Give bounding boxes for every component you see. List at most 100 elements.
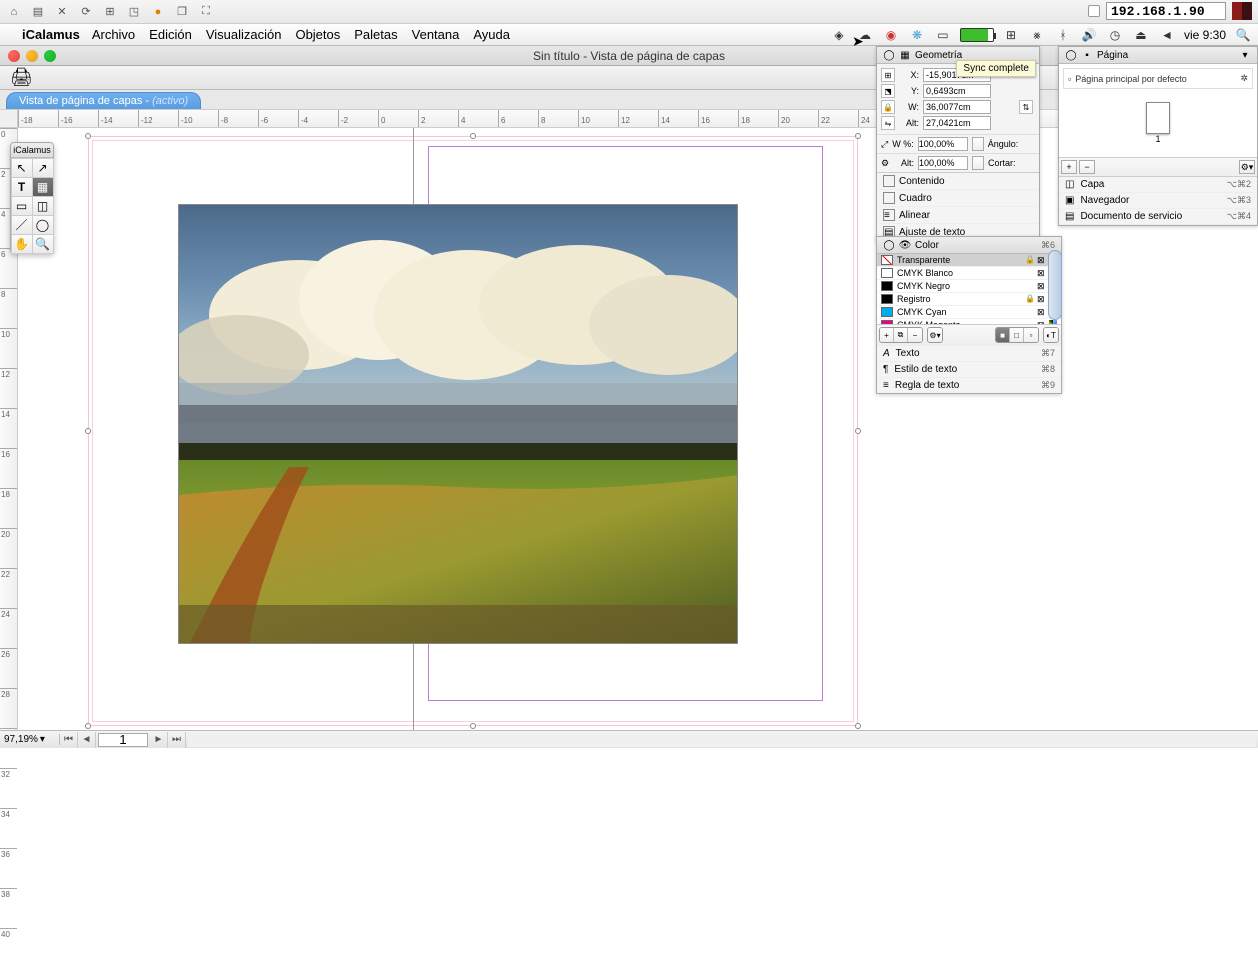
resize-handle-tl[interactable] [85, 133, 91, 139]
menu-ayuda[interactable]: Ayuda [473, 27, 510, 42]
remote-restore-icon[interactable]: ❐ [172, 2, 192, 22]
tool-line[interactable]: ／ [11, 215, 33, 235]
panel-row-texto[interactable]: ATexto⌘7 [877, 345, 1061, 361]
page-number-field[interactable] [98, 733, 148, 747]
text-fill-button[interactable]: ◐T [1044, 328, 1058, 342]
stroke-mode-button[interactable]: □ [1010, 328, 1024, 342]
geom-h-field[interactable] [923, 116, 991, 130]
panel-gear-icon[interactable]: ✲ [1240, 73, 1248, 84]
geom-hp-field[interactable] [918, 156, 968, 170]
flip-icon[interactable]: ⇋ [881, 116, 895, 130]
panel-row-capa[interactable]: ◫Capa⌥⌘2 [1059, 177, 1257, 193]
tool-zoom[interactable]: 🔍 [32, 234, 54, 254]
stepper[interactable] [972, 156, 984, 170]
geom-section-alinear[interactable]: ≡Alinear [877, 207, 1039, 224]
first-page-button[interactable]: ⏮ [60, 732, 78, 748]
menu-visualizacion[interactable]: Visualización [206, 27, 282, 42]
tool-rect[interactable]: ▭ [11, 196, 33, 216]
color-row[interactable]: CMYK Blanco⊠ [877, 267, 1061, 280]
zoom-field[interactable]: 97,19%▾ [0, 734, 60, 745]
timemachine-icon[interactable]: ◷ [1106, 27, 1124, 43]
scale-icon[interactable]: ⤢ [881, 139, 888, 150]
geom-section-cuadro[interactable]: Cuadro [877, 190, 1039, 207]
color-gear-button[interactable]: ⚙▾ [928, 328, 942, 342]
close-button[interactable] [8, 50, 20, 62]
display-icon[interactable]: ▭ [934, 27, 952, 43]
tool-palette[interactable]: iCalamus ↖ ↗ T ▦ ▭ ◫ ／ ◯ ✋ 🔍 [10, 142, 54, 254]
panel-collapse-icon[interactable]: ◯ [1065, 49, 1077, 61]
next-page-button[interactable]: ► [150, 732, 168, 748]
resize-handle-br[interactable] [855, 723, 861, 729]
geom-w-field[interactable] [923, 100, 991, 114]
remove-page-button[interactable]: − [1079, 160, 1095, 174]
lock-icon[interactable]: 🔒 [881, 100, 895, 114]
spaces-icon[interactable]: ⊞ [1002, 27, 1020, 43]
color-scrollbar[interactable] [1048, 250, 1062, 320]
geom-section-contenido[interactable]: Contenido [877, 173, 1039, 190]
clock[interactable]: vie 9:30 [1184, 28, 1226, 42]
color-row[interactable]: Transparente🔒⊠ [877, 254, 1061, 267]
color-del-button[interactable]: − [908, 328, 922, 342]
menu-paletas[interactable]: Paletas [354, 27, 397, 42]
resize-handle-ml[interactable] [85, 428, 91, 434]
volume-icon[interactable]: 🔊 [1080, 27, 1098, 43]
print-icon[interactable]: 🖨 [10, 67, 33, 88]
battery-icon[interactable] [960, 28, 994, 42]
app-menu[interactable]: iCalamus [22, 27, 80, 42]
none-mode-button[interactable]: ▫ [1024, 328, 1038, 342]
origin-grid-icon[interactable]: ⊞ [881, 68, 895, 82]
geom-wp-field[interactable] [918, 137, 968, 151]
panel-flyout-icon[interactable]: ▾ [1239, 49, 1251, 61]
panel-collapse-icon[interactable]: ◯ [883, 49, 895, 61]
remote-warn-icon[interactable]: ● [148, 2, 168, 22]
fill-mode-button[interactable]: ■ [996, 328, 1010, 342]
color-row[interactable]: CMYK Negro⊠ [877, 280, 1061, 293]
eject-icon[interactable]: ⏏ [1132, 27, 1150, 43]
gear-icon[interactable]: ⚙ [881, 158, 897, 169]
shield-icon[interactable]: ◈ [830, 27, 848, 43]
panel-collapse-icon[interactable]: ◯ [883, 239, 895, 251]
link-wh-icon[interactable]: ⇅ [1019, 100, 1033, 114]
resize-handle-tr[interactable] [855, 133, 861, 139]
remote-toggle[interactable] [1088, 5, 1100, 17]
panel-row-estilo[interactable]: ¶Estilo de texto⌘8 [877, 361, 1061, 377]
wifi-icon[interactable]: ⨳ [1028, 27, 1046, 43]
selection-frame[interactable] [88, 136, 858, 726]
tool-image[interactable]: ▦ [32, 177, 54, 197]
remote-ip-field[interactable] [1106, 2, 1226, 20]
page-options-button[interactable]: ⚙▾ [1239, 160, 1255, 174]
tool-ellipse[interactable]: ◯ [32, 215, 54, 235]
tool-frame[interactable]: ◫ [32, 196, 54, 216]
color-add-button[interactable]: + [880, 328, 894, 342]
resize-handle-bl[interactable] [85, 723, 91, 729]
color-row[interactable]: CMYK Cyan⊠ [877, 306, 1061, 319]
zoom-button[interactable] [44, 50, 56, 62]
last-page-button[interactable]: ⏭ [168, 732, 186, 748]
tool-text[interactable]: T [11, 177, 33, 197]
remote-refresh-icon[interactable]: ⟳ [76, 2, 96, 22]
panel-row-regla[interactable]: ≡Regla de texto⌘9 [877, 377, 1061, 393]
menu-edicion[interactable]: Edición [149, 27, 192, 42]
spotlight-icon[interactable]: 🔍 [1234, 27, 1252, 43]
add-page-button[interactable]: + [1061, 160, 1077, 174]
panel-row-navegador[interactable]: ▣Navegador⌥⌘3 [1059, 193, 1257, 209]
remote-full-icon[interactable]: ⛶ [196, 2, 216, 22]
play-icon[interactable]: ◄ [1158, 27, 1176, 43]
minimize-button[interactable] [26, 50, 38, 62]
prev-page-button[interactable]: ◄ [78, 732, 96, 748]
resize-handle-mr[interactable] [855, 428, 861, 434]
tool-pointer[interactable]: ↖ [11, 158, 33, 178]
ruler-origin[interactable] [0, 110, 18, 128]
remote-tools-icon[interactable]: ✕ [52, 2, 72, 22]
color-panel[interactable]: ◯ 👁 Color ⌘6 Transparente🔒⊠CMYK Blanco⊠C… [876, 236, 1062, 394]
tool-hand[interactable]: ✋ [11, 234, 33, 254]
master-page-row[interactable]: ▫ Página principal por defecto ✲ [1063, 68, 1253, 89]
menu-archivo[interactable]: Archivo [92, 27, 135, 42]
remote-home-icon[interactable]: ⌂ [4, 2, 24, 22]
extra-icon[interactable]: ❋ [908, 27, 926, 43]
origin-corner-icon[interactable]: ⬔ [881, 84, 895, 98]
geom-y-field[interactable] [923, 84, 991, 98]
bluetooth-icon[interactable]: ᚼ [1054, 27, 1072, 43]
menu-ventana[interactable]: Ventana [412, 27, 460, 42]
page-panel[interactable]: ◯ ▪ Página ▾ ▫ Página principal por defe… [1058, 46, 1258, 226]
